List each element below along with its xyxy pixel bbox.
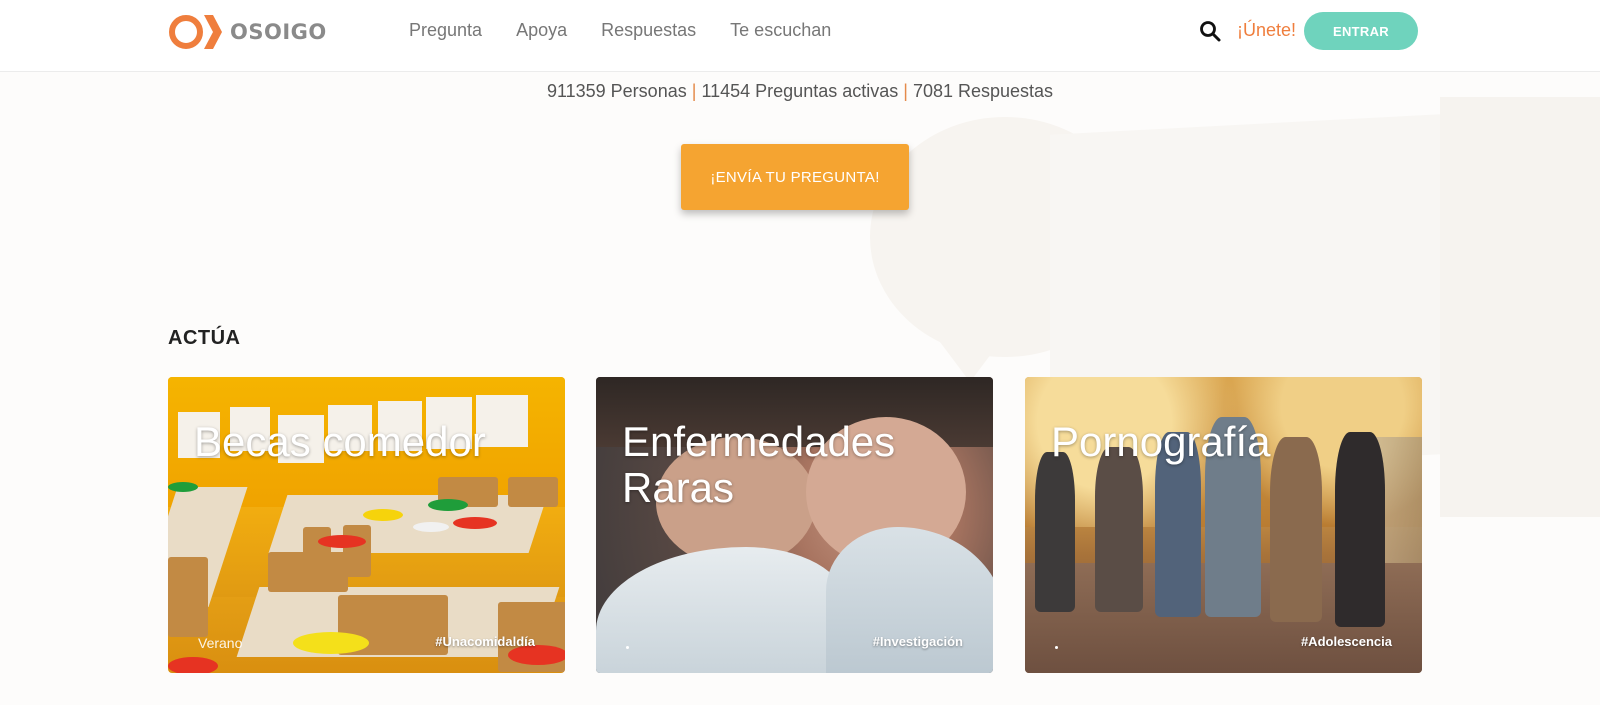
- nav-respuestas[interactable]: Respuestas: [601, 18, 696, 42]
- card-dot: [626, 646, 629, 649]
- card-hashtag[interactable]: #Unacomidaldía: [435, 634, 535, 649]
- speech-bubble-tail-decor: [940, 342, 1000, 382]
- card-title: Enfermedades Raras: [622, 418, 896, 511]
- background-shape: [1440, 97, 1600, 517]
- site-header: OSOIGO Pregunta Apoya Respuestas Te escu…: [0, 0, 1600, 72]
- stat-separator: |: [691, 81, 697, 101]
- nav-te-escuchan[interactable]: Te escuchan: [730, 18, 831, 42]
- card-title: Pornografía: [1051, 418, 1271, 465]
- section-title: ACTÚA: [168, 327, 241, 349]
- nav-apoya[interactable]: Apoya: [516, 18, 567, 42]
- send-question-button[interactable]: ¡ENVÍA TU PREGUNTA!: [681, 144, 909, 210]
- main-nav: Pregunta Apoya Respuestas Te escuchan: [409, 18, 865, 42]
- card-hashtag[interactable]: #Investigación: [873, 634, 963, 649]
- join-link[interactable]: ¡Únete!: [1237, 18, 1296, 42]
- cause-card-pornografia[interactable]: Pornografía #Adolescencia: [1025, 377, 1422, 673]
- stat-questions: 11454 Preguntas activas: [701, 81, 899, 101]
- stat-separator: |: [903, 81, 908, 101]
- card-dot: [1055, 646, 1058, 649]
- nav-pregunta[interactable]: Pregunta: [409, 18, 482, 42]
- card-hashtag[interactable]: #Adolescencia: [1301, 634, 1392, 649]
- enter-button[interactable]: ENTRAR: [1304, 12, 1418, 50]
- logo-icon: [169, 15, 222, 49]
- card-title: Becas comedor: [194, 418, 486, 465]
- stat-people: 911359 Personas: [546, 81, 687, 101]
- stat-answers: 7081 Respuestas: [912, 81, 1054, 101]
- cause-card-becas-comedor[interactable]: Becas comedor Verano #Unacomidaldía: [168, 377, 565, 673]
- logo[interactable]: OSOIGO: [168, 12, 327, 52]
- site-stats: 911359 Personas | 11454 Preguntas activa…: [0, 81, 1600, 102]
- search-icon[interactable]: [1198, 19, 1222, 43]
- cause-card-enfermedades-raras[interactable]: Enfermedades Raras #Investigación: [596, 377, 993, 673]
- logo-text: OSOIGO: [230, 20, 327, 44]
- card-tag-left[interactable]: Verano: [198, 635, 242, 651]
